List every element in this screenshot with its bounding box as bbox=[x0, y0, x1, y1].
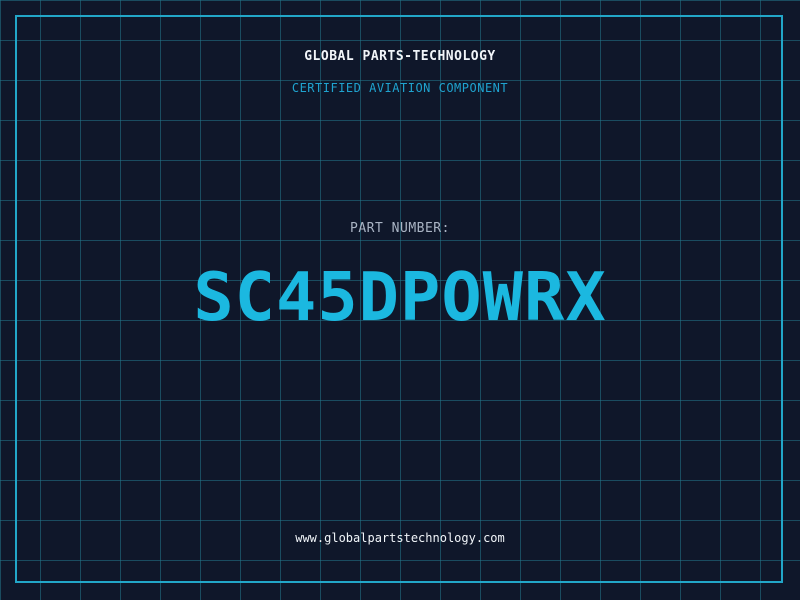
website-url: www.globalpartstechnology.com bbox=[295, 531, 505, 545]
certification-subtitle: CERTIFIED AVIATION COMPONENT bbox=[291, 81, 509, 95]
company-name: GLOBAL PARTS-TECHNOLOGY bbox=[304, 49, 496, 64]
part-number-value: SC45DPOWRX bbox=[193, 258, 607, 336]
part-number-label: PART NUMBER: bbox=[350, 221, 450, 236]
certificate-card: GLOBAL PARTS-TECHNOLOGY CERTIFIED AVIATI… bbox=[0, 0, 800, 600]
